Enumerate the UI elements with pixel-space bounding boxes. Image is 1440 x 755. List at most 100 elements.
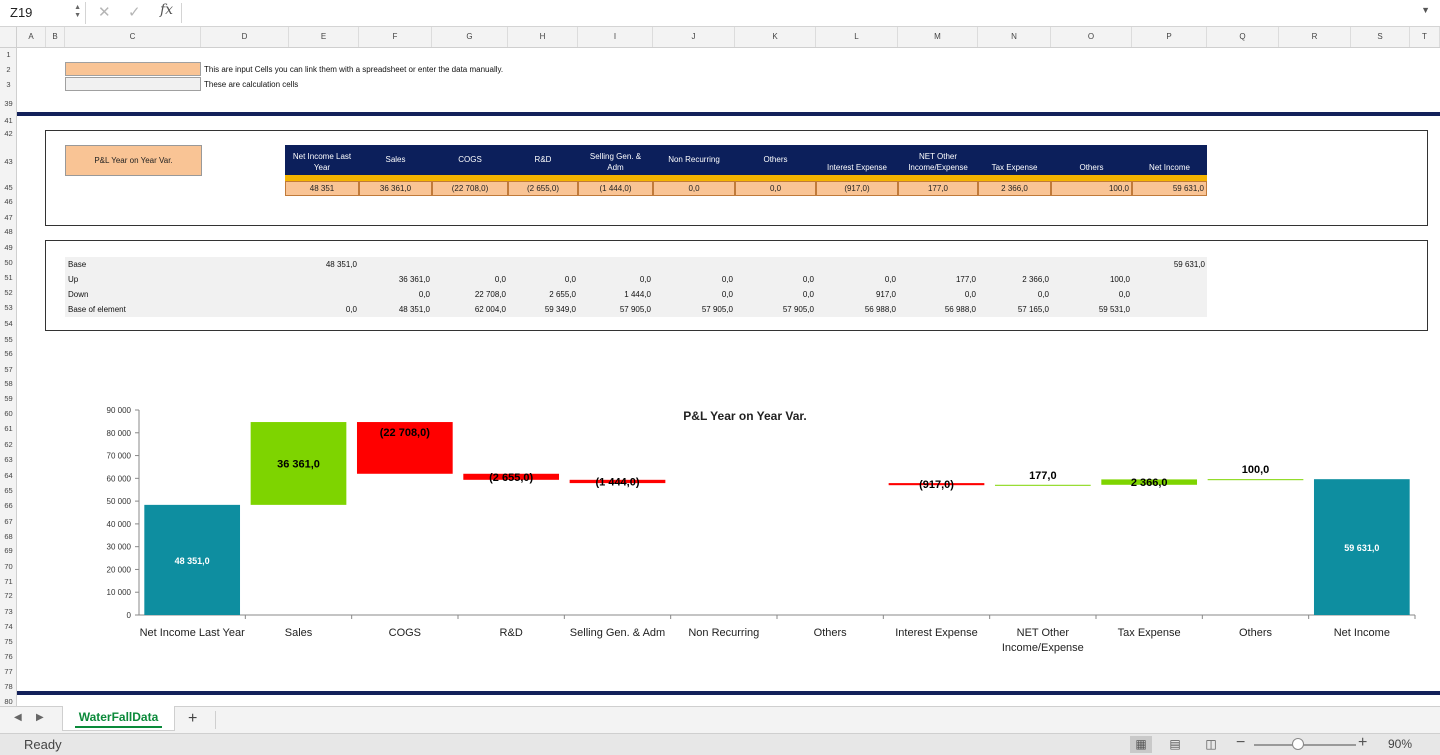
pl-header-cell[interactable]: NET Other Income/Expense (898, 145, 978, 175)
pl-value-cell[interactable]: (2 655,0) (508, 181, 578, 196)
calc-cell[interactable]: 0,0 (360, 287, 430, 302)
sheet-tab-waterfalldata[interactable]: WaterFallData (62, 706, 175, 731)
row-header[interactable]: 72 (0, 591, 17, 600)
row-header[interactable]: 53 (0, 303, 17, 312)
calc-cell[interactable]: 0,0 (979, 287, 1049, 302)
pl-header-cell[interactable]: Others (1051, 145, 1132, 175)
column-header[interactable]: F (359, 27, 432, 47)
page-break-view-icon[interactable]: ◫ (1200, 736, 1222, 753)
column-header[interactable]: S (1351, 27, 1410, 47)
calc-cell[interactable]: 0,0 (436, 272, 506, 287)
pl-value-cell[interactable]: 59 631,0 (1132, 181, 1207, 196)
row-header[interactable]: 49 (0, 243, 17, 252)
tab-scroll-divider[interactable] (215, 711, 216, 729)
row-header[interactable]: 68 (0, 532, 17, 541)
column-header[interactable]: I (578, 27, 653, 47)
column-header[interactable]: M (898, 27, 978, 47)
row-header[interactable]: 70 (0, 562, 17, 571)
calc-cell-legend-swatch[interactable] (65, 77, 201, 91)
pl-header-cell[interactable]: Interest Expense (816, 145, 898, 175)
row-header[interactable]: 42 (0, 129, 17, 138)
row-header[interactable]: 59 (0, 394, 17, 403)
calc-row-label[interactable]: Down (68, 287, 88, 302)
calc-cell[interactable]: 57 905,0 (663, 302, 733, 317)
calc-cell[interactable]: 57 905,0 (744, 302, 814, 317)
row-header[interactable]: 46 (0, 197, 17, 206)
column-header[interactable]: R (1279, 27, 1351, 47)
row-header[interactable]: 52 (0, 288, 17, 297)
normal-view-icon[interactable]: ▦ (1130, 736, 1152, 753)
pl-header-cell[interactable]: Net Income Last Year (285, 145, 359, 175)
calc-cell[interactable]: 56 988,0 (906, 302, 976, 317)
row-header[interactable]: 54 (0, 319, 17, 328)
row-header[interactable]: 45 (0, 183, 17, 192)
pl-header-cell[interactable]: Non Recurring (653, 145, 735, 175)
select-all-corner[interactable] (0, 27, 17, 47)
zoom-slider-thumb[interactable] (1292, 738, 1304, 750)
column-header[interactable]: O (1051, 27, 1132, 47)
column-header[interactable]: J (653, 27, 735, 47)
waterfall-chart[interactable]: 0 10 000 20 000 30 000 40 000 50 000 60 000 70 … (77, 398, 1417, 706)
row-header[interactable]: 60 (0, 409, 17, 418)
row-header[interactable]: 55 (0, 335, 17, 344)
row-header[interactable]: 67 (0, 517, 17, 526)
row-header[interactable]: 3 (0, 80, 17, 89)
column-header[interactable]: N (978, 27, 1051, 47)
calc-cell[interactable]: 917,0 (826, 287, 896, 302)
calc-cell[interactable]: 48 351,0 (287, 257, 357, 272)
row-header[interactable]: 1 (0, 50, 17, 59)
calc-cell[interactable]: 48 351,0 (360, 302, 430, 317)
next-sheet-icon[interactable]: ▶ (36, 712, 44, 723)
formula-input[interactable] (188, 2, 1408, 24)
calc-cell[interactable]: 56 988,0 (826, 302, 896, 317)
zoom-in-icon[interactable]: + (1358, 734, 1367, 752)
input-cell-legend-swatch[interactable] (65, 62, 201, 76)
row-header[interactable]: 58 (0, 379, 17, 388)
calc-cell[interactable]: 0,0 (1060, 287, 1130, 302)
calc-cell[interactable]: 59 531,0 (1060, 302, 1130, 317)
row-header[interactable]: 57 (0, 365, 17, 374)
row-header[interactable]: 2 (0, 65, 17, 74)
column-header[interactable]: L (816, 27, 898, 47)
calc-cell[interactable]: 0,0 (287, 302, 357, 317)
calc-cell[interactable]: 36 361,0 (360, 272, 430, 287)
waterfall-bar[interactable] (1207, 479, 1304, 481)
page-layout-view-icon[interactable]: ▤ (1164, 736, 1186, 753)
row-header[interactable]: 73 (0, 607, 17, 616)
row-header[interactable]: 56 (0, 349, 17, 358)
pl-value-cell[interactable]: 0,0 (653, 181, 735, 196)
pl-value-cell[interactable]: (1 444,0) (578, 181, 653, 196)
pl-value-cell[interactable]: 36 361,0 (359, 181, 432, 196)
column-header[interactable]: D (201, 27, 289, 47)
pl-header-cell[interactable]: Selling Gen. & Adm (578, 145, 653, 175)
pl-value-cell[interactable]: 2 366,0 (978, 181, 1051, 196)
row-header[interactable]: 41 (0, 116, 17, 125)
calc-row-label[interactable]: Base (68, 257, 86, 272)
pl-value-cell[interactable]: 0,0 (735, 181, 816, 196)
calc-cell[interactable]: 0,0 (826, 272, 896, 287)
calc-cell[interactable]: 0,0 (663, 287, 733, 302)
column-header[interactable]: A (17, 27, 46, 47)
zoom-level[interactable]: 90% (1388, 737, 1412, 751)
row-header[interactable]: 78 (0, 682, 17, 691)
row-header[interactable]: 50 (0, 258, 17, 267)
row-header[interactable]: 69 (0, 546, 17, 555)
pl-table-label[interactable]: P&L Year on Year Var. (65, 145, 202, 176)
insert-function-icon[interactable]: fx (160, 2, 173, 18)
calc-cell[interactable]: 59 349,0 (506, 302, 576, 317)
column-header[interactable]: C (65, 27, 201, 47)
worksheet-grid[interactable]: This are input Cells you can link them w… (17, 48, 1440, 706)
row-header[interactable]: 80 (0, 697, 17, 706)
calc-cell[interactable]: 59 631,0 (1135, 257, 1205, 272)
row-header[interactable]: 65 (0, 486, 17, 495)
row-header[interactable]: 62 (0, 440, 17, 449)
calc-cell[interactable]: 57 165,0 (979, 302, 1049, 317)
cancel-icon[interactable]: ✕ (98, 3, 111, 23)
calc-cell[interactable]: 62 004,0 (436, 302, 506, 317)
calc-cell[interactable]: 2 366,0 (979, 272, 1049, 287)
column-header[interactable]: E (289, 27, 359, 47)
calc-cell[interactable]: 0,0 (744, 272, 814, 287)
confirm-icon[interactable]: ✓ (128, 3, 141, 23)
row-header[interactable]: 61 (0, 424, 17, 433)
calc-cell[interactable]: 177,0 (906, 272, 976, 287)
